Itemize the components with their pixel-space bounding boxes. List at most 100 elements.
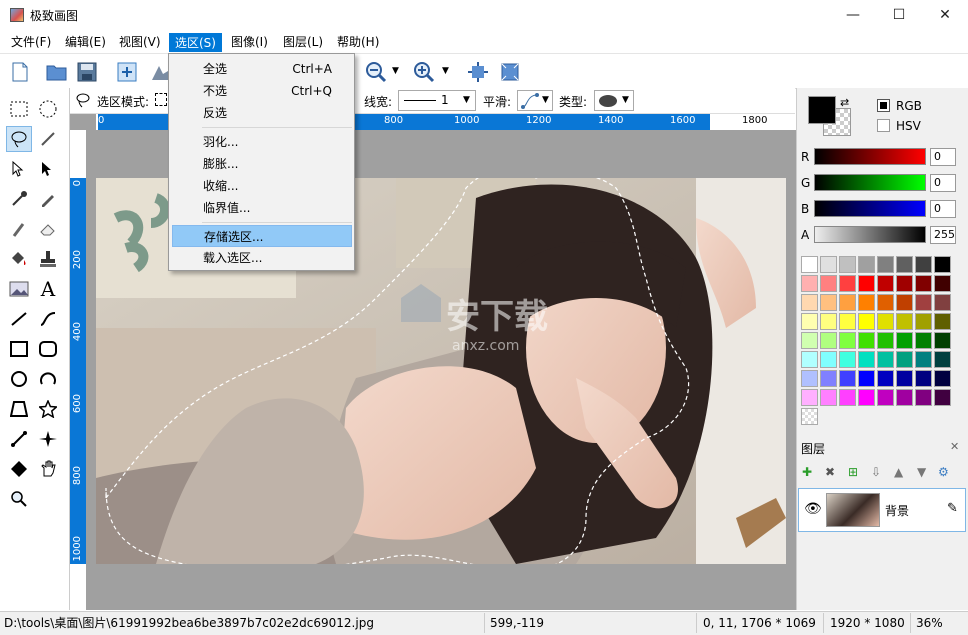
palette-swatch[interactable] <box>858 351 875 368</box>
smooth-select[interactable]: ▼ <box>517 90 553 111</box>
pencil-icon[interactable] <box>35 186 61 212</box>
palette-swatch[interactable] <box>820 313 837 330</box>
blue-value[interactable]: 0 <box>930 200 956 218</box>
palette-swatch[interactable] <box>896 370 913 387</box>
open-folder-icon[interactable] <box>45 60 69 84</box>
palette-swatch[interactable] <box>877 256 894 273</box>
palette-swatch[interactable] <box>820 332 837 349</box>
alpha-value[interactable]: 255 <box>930 226 956 244</box>
palette-swatch[interactable] <box>801 256 818 273</box>
arrow-line-icon[interactable] <box>6 426 32 452</box>
menu-view[interactable]: 视图(V) <box>114 33 166 52</box>
line-tool-icon[interactable] <box>6 306 32 332</box>
palette-swatch[interactable] <box>801 313 818 330</box>
paint-bucket-icon[interactable] <box>6 246 32 272</box>
palette-swatch[interactable] <box>839 313 856 330</box>
rectangle-tool-icon[interactable] <box>6 336 32 362</box>
close-button[interactable]: ✕ <box>922 0 968 30</box>
move-layer-up-icon[interactable]: ▲ <box>894 465 903 479</box>
palette-swatch[interactable] <box>801 370 818 387</box>
swap-colors-icon[interactable]: ⇄ <box>840 96 849 109</box>
palette-swatch[interactable] <box>915 294 932 311</box>
eye-icon[interactable]: 👁 <box>804 501 822 517</box>
merge-layer-icon[interactable]: ⇩ <box>871 465 881 479</box>
palette-swatch[interactable] <box>915 313 932 330</box>
palette-swatch[interactable] <box>877 389 894 406</box>
palette-swatch[interactable] <box>839 275 856 292</box>
add-icon[interactable] <box>115 60 139 84</box>
red-value[interactable]: 0 <box>930 148 956 166</box>
palette-swatch[interactable] <box>915 332 932 349</box>
lasso-icon[interactable] <box>6 126 32 152</box>
stamp-icon[interactable] <box>35 246 61 272</box>
delete-layer-icon[interactable]: ✖ <box>825 465 835 479</box>
palette-swatch[interactable] <box>839 294 856 311</box>
palette-swatch[interactable] <box>934 256 951 273</box>
hsv-radio[interactable] <box>877 119 890 132</box>
palette-swatch[interactable] <box>934 275 951 292</box>
text-tool-icon[interactable]: A <box>35 276 61 302</box>
palette-swatch[interactable] <box>839 351 856 368</box>
magic-wand-icon[interactable] <box>35 126 61 152</box>
star-tool-icon[interactable] <box>35 396 61 422</box>
palette-swatch[interactable] <box>934 351 951 368</box>
move-layer-down-icon[interactable]: ▼ <box>917 465 926 479</box>
palette-swatch[interactable] <box>820 351 837 368</box>
zoom-in-icon[interactable] <box>412 60 436 84</box>
zoom-out-icon[interactable] <box>364 60 388 84</box>
selection-mode-new-icon[interactable] <box>155 93 167 106</box>
add-layer-icon[interactable]: ✚ <box>802 465 812 479</box>
palette-swatch[interactable] <box>877 351 894 368</box>
palette-swatch[interactable] <box>858 313 875 330</box>
menu-image[interactable]: 图像(I) <box>226 33 273 52</box>
menu-threshold[interactable]: 临界值... <box>172 197 352 219</box>
image-tool-icon[interactable] <box>6 276 32 302</box>
palette-swatch[interactable] <box>934 294 951 311</box>
palette-swatch[interactable] <box>820 370 837 387</box>
palette-swatch[interactable] <box>801 351 818 368</box>
magnifier-icon[interactable] <box>6 486 32 512</box>
sparkle-icon[interactable] <box>35 426 61 452</box>
layer-settings-icon[interactable]: ⚙ <box>938 465 949 479</box>
save-icon[interactable] <box>75 60 99 84</box>
ellipse-select-icon[interactable] <box>35 96 61 122</box>
green-slider[interactable] <box>814 174 926 191</box>
palette-swatch[interactable] <box>896 313 913 330</box>
ellipse-tool-icon[interactable] <box>6 366 32 392</box>
menu-select-all[interactable]: 全选 Ctrl+A <box>172 58 352 80</box>
shape-type-select[interactable]: ▼ <box>594 90 634 111</box>
palette-swatch[interactable] <box>820 275 837 292</box>
palette-swatch[interactable] <box>801 275 818 292</box>
palette-swatch[interactable] <box>820 294 837 311</box>
palette-swatch[interactable] <box>934 332 951 349</box>
menu-expand[interactable]: 膨胀... <box>172 153 352 175</box>
layer-row[interactable]: 👁 背景 ✎ <box>798 488 966 532</box>
shape-fill-icon[interactable] <box>6 456 32 482</box>
blue-slider[interactable] <box>814 200 926 217</box>
close-icon[interactable]: ✕ <box>950 440 959 453</box>
palette-swatch[interactable] <box>915 370 932 387</box>
rgb-radio[interactable] <box>877 99 890 112</box>
minimize-button[interactable]: — <box>830 0 876 30</box>
eraser-icon[interactable] <box>35 216 61 242</box>
actual-size-icon[interactable] <box>498 60 522 84</box>
menu-load-selection[interactable]: 载入选区... <box>172 247 352 269</box>
menu-feather[interactable]: 羽化... <box>172 131 352 153</box>
palette-swatch[interactable] <box>801 294 818 311</box>
foreground-color-swatch[interactable] <box>808 96 836 124</box>
menu-help[interactable]: 帮助(H) <box>332 33 384 52</box>
palette-swatch[interactable] <box>877 332 894 349</box>
palette-swatch[interactable] <box>858 294 875 311</box>
palette-swatch[interactable] <box>896 332 913 349</box>
palette-swatch[interactable] <box>858 389 875 406</box>
palette-swatch[interactable] <box>877 294 894 311</box>
palette-swatch[interactable] <box>839 256 856 273</box>
palette-swatch[interactable] <box>801 389 818 406</box>
move-icon[interactable] <box>35 156 61 182</box>
palette-swatch[interactable] <box>820 256 837 273</box>
menu-save-selection[interactable]: 存储选区... <box>172 225 352 247</box>
rect-select-icon[interactable] <box>6 96 32 122</box>
palette-swatch[interactable] <box>896 351 913 368</box>
green-value[interactable]: 0 <box>930 174 956 192</box>
palette-swatch[interactable] <box>934 389 951 406</box>
